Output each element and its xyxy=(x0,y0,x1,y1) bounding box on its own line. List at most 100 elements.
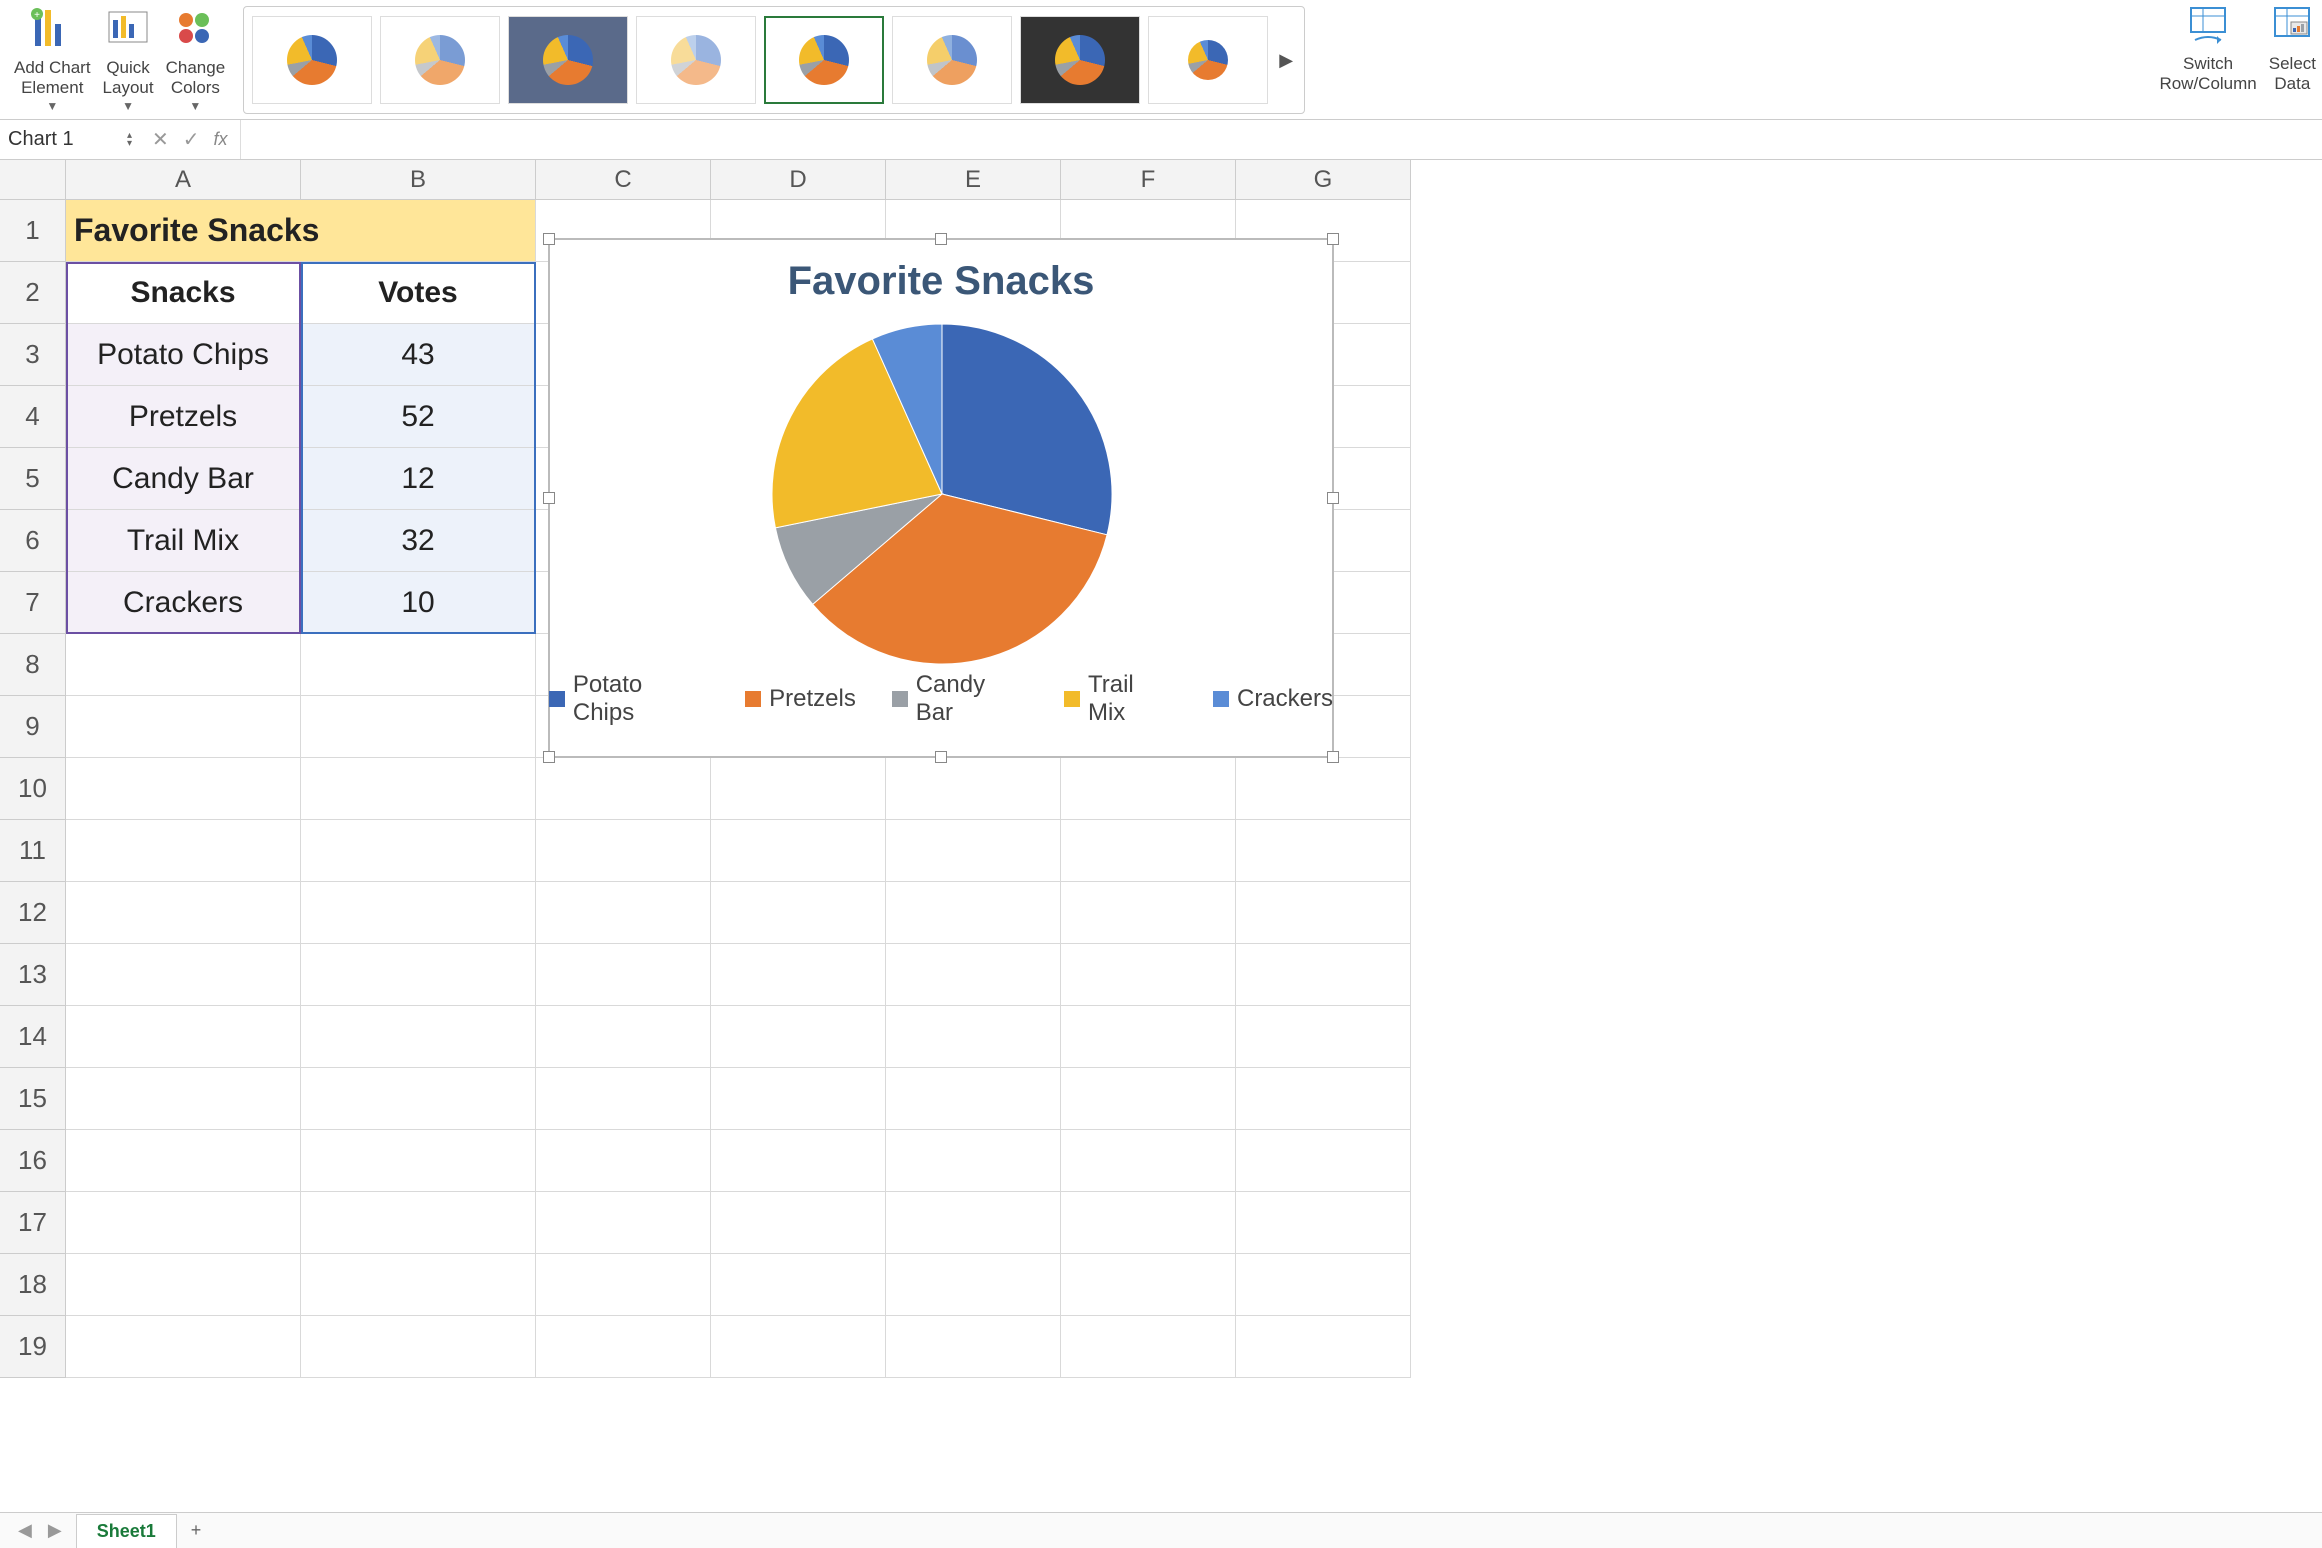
row-header[interactable]: 15 xyxy=(0,1068,66,1130)
cell[interactable] xyxy=(536,1316,711,1378)
cell-B7[interactable]: 10 xyxy=(301,572,536,634)
cell-A1-title[interactable]: Favorite Snacks xyxy=(66,200,536,262)
legend-item[interactable]: Crackers xyxy=(1213,671,1333,727)
pie-chart[interactable] xyxy=(549,304,1335,684)
cell[interactable] xyxy=(536,1130,711,1192)
cell[interactable] xyxy=(711,1068,886,1130)
resize-handle[interactable] xyxy=(1327,492,1339,504)
col-header-F[interactable]: F xyxy=(1061,160,1236,200)
cell[interactable] xyxy=(66,1006,301,1068)
resize-handle[interactable] xyxy=(935,233,947,245)
cell[interactable] xyxy=(301,1130,536,1192)
cell[interactable] xyxy=(711,758,886,820)
row-header[interactable]: 5 xyxy=(0,448,66,510)
cell[interactable] xyxy=(1061,1254,1236,1316)
cell[interactable] xyxy=(886,1316,1061,1378)
row-header[interactable]: 9 xyxy=(0,696,66,758)
col-header-C[interactable]: C xyxy=(536,160,711,200)
cell[interactable] xyxy=(711,1254,886,1316)
row-header[interactable]: 13 xyxy=(0,944,66,1006)
row-header[interactable]: 14 xyxy=(0,1006,66,1068)
cell[interactable] xyxy=(1236,1192,1411,1254)
cell[interactable] xyxy=(1061,1316,1236,1378)
cell[interactable] xyxy=(66,944,301,1006)
cell[interactable] xyxy=(66,1192,301,1254)
cell[interactable] xyxy=(1061,882,1236,944)
legend-item[interactable]: Candy Bar xyxy=(892,671,1028,727)
resize-handle[interactable] xyxy=(1327,751,1339,763)
cell[interactable] xyxy=(886,882,1061,944)
styles-more-icon[interactable]: ▶ xyxy=(1276,50,1296,71)
cell[interactable] xyxy=(536,1006,711,1068)
chart-style-8[interactable] xyxy=(1148,16,1268,104)
cell[interactable] xyxy=(1061,1192,1236,1254)
row-header[interactable]: 11 xyxy=(0,820,66,882)
cell[interactable] xyxy=(886,944,1061,1006)
cell[interactable] xyxy=(886,1068,1061,1130)
cell[interactable] xyxy=(301,634,536,696)
row-header[interactable]: 12 xyxy=(0,882,66,944)
row-header[interactable]: 3 xyxy=(0,324,66,386)
cell[interactable] xyxy=(536,1254,711,1316)
cell[interactable] xyxy=(66,634,301,696)
add-chart-element-button[interactable]: + Add Chart Element ▼ xyxy=(8,4,97,114)
chart-title[interactable]: Favorite Snacks xyxy=(549,239,1333,304)
cell[interactable] xyxy=(1061,1068,1236,1130)
cell[interactable] xyxy=(66,1254,301,1316)
cell[interactable] xyxy=(886,1254,1061,1316)
cell[interactable] xyxy=(1236,882,1411,944)
cell[interactable] xyxy=(301,758,536,820)
add-sheet-button[interactable]: + xyxy=(177,1514,216,1547)
chart-style-2[interactable] xyxy=(380,16,500,104)
cell-B2[interactable]: Votes xyxy=(301,262,536,324)
cell[interactable] xyxy=(536,1192,711,1254)
row-header[interactable]: 7 xyxy=(0,572,66,634)
fx-label[interactable]: fx xyxy=(214,129,228,150)
cell[interactable] xyxy=(1061,758,1236,820)
cell-B5[interactable]: 12 xyxy=(301,448,536,510)
cell[interactable] xyxy=(66,882,301,944)
cell[interactable] xyxy=(711,944,886,1006)
chart-style-3[interactable] xyxy=(508,16,628,104)
cell[interactable] xyxy=(66,1068,301,1130)
resize-handle[interactable] xyxy=(543,751,555,763)
cell-B6[interactable]: 32 xyxy=(301,510,536,572)
cell[interactable] xyxy=(536,758,711,820)
legend-item[interactable]: Potato Chips xyxy=(549,671,709,727)
row-header[interactable]: 2 xyxy=(0,262,66,324)
sheet-tab-active[interactable]: Sheet1 xyxy=(76,1514,177,1548)
row-header[interactable]: 16 xyxy=(0,1130,66,1192)
row-header[interactable]: 18 xyxy=(0,1254,66,1316)
cell[interactable] xyxy=(301,944,536,1006)
col-header-A[interactable]: A xyxy=(66,160,301,200)
cell[interactable] xyxy=(1061,1130,1236,1192)
cell[interactable] xyxy=(536,1068,711,1130)
cell[interactable] xyxy=(711,1006,886,1068)
chart-style-4[interactable] xyxy=(636,16,756,104)
cell-A4[interactable]: Pretzels xyxy=(66,386,301,448)
select-data-button[interactable]: Select Data xyxy=(2263,0,2322,110)
formula-input[interactable] xyxy=(240,120,2322,159)
cell[interactable] xyxy=(711,820,886,882)
cell[interactable] xyxy=(1236,820,1411,882)
cell[interactable] xyxy=(886,758,1061,820)
cell[interactable] xyxy=(66,1130,301,1192)
embedded-chart[interactable]: Favorite Snacks Potato Chips Pretzels Ca… xyxy=(548,238,1334,758)
cell[interactable] xyxy=(886,1130,1061,1192)
cell[interactable] xyxy=(301,1192,536,1254)
cell[interactable] xyxy=(886,1006,1061,1068)
cell[interactable] xyxy=(66,820,301,882)
chart-style-7[interactable] xyxy=(1020,16,1140,104)
cell[interactable] xyxy=(711,882,886,944)
cell-A6[interactable]: Trail Mix xyxy=(66,510,301,572)
cell[interactable] xyxy=(536,820,711,882)
resize-handle[interactable] xyxy=(1327,233,1339,245)
col-header-D[interactable]: D xyxy=(711,160,886,200)
cell[interactable] xyxy=(1236,1068,1411,1130)
cell[interactable] xyxy=(301,696,536,758)
cell[interactable] xyxy=(301,1316,536,1378)
cell-A3[interactable]: Potato Chips xyxy=(66,324,301,386)
col-header-G[interactable]: G xyxy=(1236,160,1411,200)
col-header-B[interactable]: B xyxy=(301,160,536,200)
cell-A7[interactable]: Crackers xyxy=(66,572,301,634)
